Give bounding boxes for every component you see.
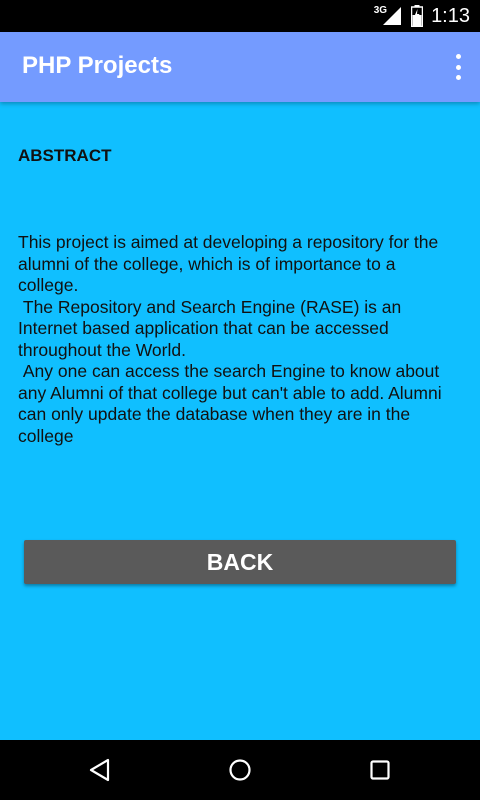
abstract-paragraph-2: The Repository and Search Engine (RASE) … <box>18 296 407 360</box>
nav-recents-icon[interactable] <box>368 758 392 782</box>
menu-dot <box>455 64 461 70</box>
status-icons: 3G 1:13 <box>374 0 470 32</box>
abstract-paragraph-3: Any one can access the search Engine to … <box>18 361 447 446</box>
abstract-heading: ABSTRACT <box>18 146 112 165</box>
network-type-label: 3G <box>373 4 388 16</box>
back-button[interactable]: BACK <box>24 540 456 584</box>
nav-home-icon[interactable] <box>228 758 252 782</box>
app-title: PHP Projects <box>22 52 173 79</box>
navigation-bar <box>0 740 480 800</box>
menu-dot <box>455 54 461 59</box>
battery-icon <box>411 5 424 27</box>
app-bar: PHP Projects <box>0 32 480 102</box>
abstract-paragraph-1: This project is aimed at developing a re… <box>18 232 439 295</box>
menu-dot <box>455 75 461 80</box>
abstract-text: This project is aimed at developing a re… <box>18 232 458 447</box>
overflow-menu-icon[interactable] <box>452 54 464 80</box>
nav-back-icon[interactable] <box>88 758 112 782</box>
clock: 1:13 <box>431 4 470 27</box>
status-bar: 3G 1:13 <box>0 0 480 32</box>
